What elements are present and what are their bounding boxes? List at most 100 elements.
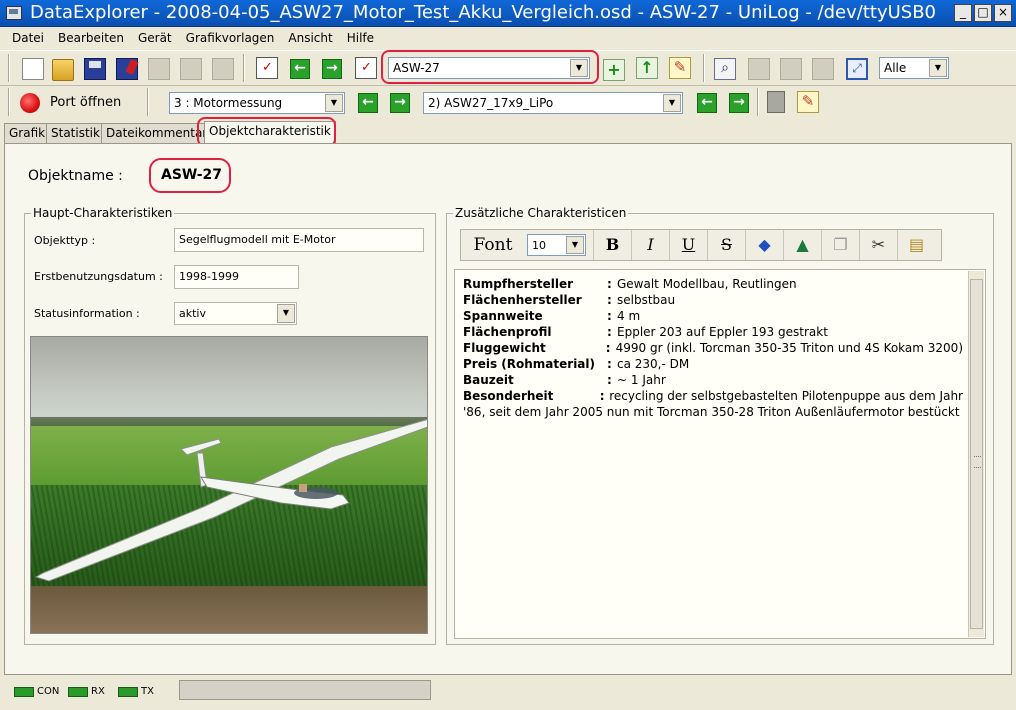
next-record-icon[interactable]: → xyxy=(729,93,749,113)
cut-right-icon[interactable] xyxy=(812,58,834,80)
menu-ansicht[interactable]: Ansicht xyxy=(288,31,332,45)
con-lamp-icon xyxy=(14,686,34,697)
row-key: Flächenhersteller xyxy=(463,293,582,307)
underline-button[interactable]: U xyxy=(669,230,707,260)
first-use-date-field[interactable]: 1998-1999 xyxy=(174,265,299,289)
object-check-icon[interactable] xyxy=(256,57,278,79)
row-key: Besonderheit xyxy=(463,389,554,403)
maximize-button[interactable]: □ xyxy=(974,4,992,22)
extra-characteristics-title: Zusätzliche Charakteristicen xyxy=(453,206,629,220)
chevron-down-icon[interactable]: ▼ xyxy=(566,236,584,254)
chevron-down-icon[interactable]: ▼ xyxy=(929,59,947,77)
scrollbar-grip-icon xyxy=(974,456,981,468)
first-use-date-label: Erstbenutzungsdatum : xyxy=(34,270,163,283)
object-name-label: Objektname : xyxy=(28,168,123,184)
previous-record-icon[interactable]: ← xyxy=(697,93,717,113)
editor-scrollbar[interactable] xyxy=(968,271,984,637)
row-value: selbstbau xyxy=(617,293,676,307)
row-value: recycling der selbstgebastelten Pilotenp… xyxy=(609,389,963,403)
text-color-icon[interactable]: ◆ xyxy=(745,230,783,260)
row-value: Gewalt Modellbau, Reutlingen xyxy=(617,277,797,291)
object-select-value: ASW-27 xyxy=(393,61,440,75)
properties-icon[interactable] xyxy=(148,58,170,80)
save-icon[interactable] xyxy=(84,58,106,80)
copy-icon[interactable]: ❐ xyxy=(821,230,859,260)
zoom-icon[interactable]: ⌕ xyxy=(714,58,736,80)
row-key: Rumpfhersteller xyxy=(463,277,573,291)
menu-datei[interactable]: Datei xyxy=(12,31,44,45)
object-photo[interactable] xyxy=(30,336,428,634)
menu-grafikvorlagen[interactable]: Grafikvorlagen xyxy=(186,31,275,45)
previous-channel-icon[interactable]: ← xyxy=(358,93,378,113)
list-item: Flächenhersteller: selbstbau xyxy=(463,293,676,307)
chevron-down-icon[interactable]: ▼ xyxy=(663,94,681,112)
copy-icon[interactable] xyxy=(180,58,202,80)
bold-button[interactable]: B xyxy=(593,230,631,260)
pan-icon[interactable] xyxy=(748,58,770,80)
new-file-icon[interactable] xyxy=(22,58,44,80)
rich-text-editor[interactable]: Rumpfhersteller: Gewalt Modellbau, Reutl… xyxy=(454,269,986,639)
close-button[interactable]: × xyxy=(994,4,1012,22)
record-select-value: 2) ASW27_17x9_LiPo xyxy=(428,96,554,110)
toolbar-separator xyxy=(703,54,705,82)
record-select[interactable]: 2) ASW27_17x9_LiPo ▼ xyxy=(423,92,683,114)
edit-record-icon[interactable]: ✎ xyxy=(797,91,819,113)
title-bar: DataExplorer - 2008-04-05_ASW27_Motor_Te… xyxy=(0,0,1016,27)
save-as-icon[interactable] xyxy=(116,58,138,80)
previous-object-icon[interactable]: ← xyxy=(290,59,310,79)
tab-statistik[interactable]: Statistik xyxy=(46,123,105,143)
toolbar-separator xyxy=(8,54,10,82)
italic-button[interactable]: I xyxy=(631,230,669,260)
delete-record-icon[interactable] xyxy=(767,91,785,113)
list-item: Preis (Rohmaterial): ca 230,- DM xyxy=(463,357,690,371)
open-folder-icon[interactable] xyxy=(52,59,74,81)
row-key: Preis (Rohmaterial) xyxy=(463,357,595,371)
menu-geraet[interactable]: Gerät xyxy=(138,31,172,45)
main-toolbar: ← → ASW-27 ▼ + ↑ ✎ ⌕ ⤢ Alle ▼ xyxy=(0,50,1016,86)
rx-indicator: RX xyxy=(68,686,105,697)
chevron-down-icon[interactable]: ▼ xyxy=(277,304,295,323)
background-color-icon[interactable]: ▲ xyxy=(783,230,821,260)
rx-label: RX xyxy=(91,686,105,697)
channel-select[interactable]: 3 : Motormessung ▼ xyxy=(169,92,345,114)
tx-indicator: TX xyxy=(118,686,154,697)
menu-bearbeiten[interactable]: Bearbeiten xyxy=(58,31,124,45)
list-item: Fluggewicht: 4990 gr (inkl. Torcman 350-… xyxy=(463,341,963,355)
rich-text-toolbar: Font 10 ▼ B I U S ◆ ▲ ❐ ✂ ▤ xyxy=(460,229,942,261)
fit-view-icon[interactable]: ⤢ xyxy=(846,58,868,80)
zoom-select[interactable]: Alle ▼ xyxy=(879,57,949,79)
row-key: Flächenprofil xyxy=(463,325,552,339)
menu-hilfe[interactable]: Hilfe xyxy=(347,31,374,45)
tab-dateikommentar[interactable]: Dateikommentar xyxy=(101,123,213,143)
paste-icon[interactable]: ▤ xyxy=(897,230,935,260)
port-open-button[interactable]: Port öffnen xyxy=(18,91,138,115)
export-object-icon[interactable]: ↑ xyxy=(636,57,658,79)
minimize-button[interactable]: _ xyxy=(954,4,972,22)
cut-left-icon[interactable] xyxy=(780,58,802,80)
strikethrough-button[interactable]: S xyxy=(707,230,745,260)
object-select[interactable]: ASW-27 ▼ xyxy=(388,57,590,79)
status-info-select[interactable]: aktiv ▼ xyxy=(174,302,297,325)
row-continuation: '86, seit dem Jahr 2005 nun mit Torcman … xyxy=(463,405,960,419)
object-name-value: ASW-27 xyxy=(161,167,223,183)
cut-icon[interactable]: ✂ xyxy=(859,230,897,260)
add-object-icon[interactable]: + xyxy=(603,59,625,81)
status-info-label: Statusinformation : xyxy=(34,307,140,320)
font-size-value: 10 xyxy=(532,239,546,252)
rich-text-content[interactable]: Rumpfhersteller: Gewalt Modellbau, Reutl… xyxy=(463,276,963,420)
list-item: Flächenprofil: Eppler 203 auf Eppler 193… xyxy=(463,325,828,339)
font-size-select[interactable]: 10 ▼ xyxy=(527,234,586,256)
font-button[interactable]: Font xyxy=(461,230,525,260)
toolbar-separator xyxy=(147,88,149,116)
object-type-field[interactable]: Segelflugmodell mit E-Motor xyxy=(174,228,424,252)
progress-bar xyxy=(179,680,431,700)
chevron-down-icon[interactable]: ▼ xyxy=(325,94,343,112)
edit-object-icon[interactable]: ✎ xyxy=(669,57,691,79)
next-object-icon[interactable]: → xyxy=(322,59,342,79)
scrollbar-thumb[interactable] xyxy=(970,279,983,629)
object-device-icon[interactable] xyxy=(355,57,377,79)
print-icon[interactable] xyxy=(212,58,234,80)
chevron-down-icon[interactable]: ▼ xyxy=(570,59,588,77)
next-channel-icon[interactable]: → xyxy=(390,93,410,113)
tab-grafik[interactable]: Grafik xyxy=(4,123,51,143)
